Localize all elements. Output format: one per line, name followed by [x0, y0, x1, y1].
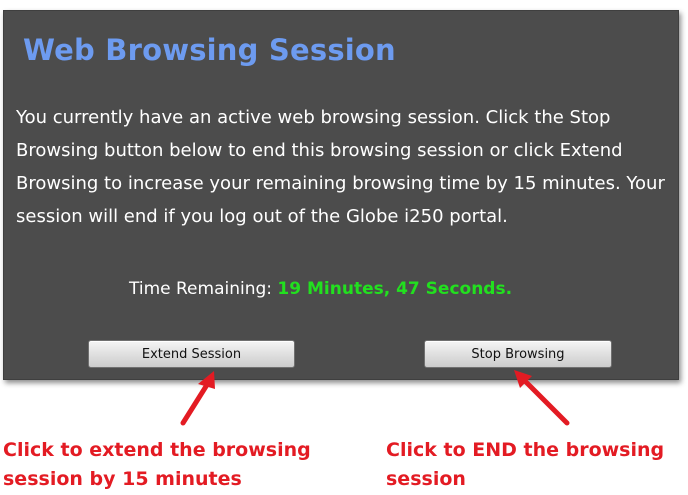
dialog-title: Web Browsing Session: [23, 33, 396, 67]
screenshot-stage: Web Browsing Session You currently have …: [0, 0, 688, 495]
stop-browsing-button[interactable]: Stop Browsing: [424, 340, 612, 368]
session-message: You currently have an active web browsin…: [16, 107, 665, 227]
web-browsing-session-dialog: Web Browsing Session You currently have …: [3, 10, 679, 380]
time-remaining-row: Time Remaining: 19 Minutes, 47 Seconds.: [129, 279, 512, 299]
extend-session-button[interactable]: Extend Session: [88, 340, 295, 368]
time-remaining-label: Time Remaining:: [129, 279, 278, 299]
time-remaining-value: 19 Minutes, 47 Seconds.: [277, 279, 513, 299]
stop-annotation-caption: Click to END the browsing session: [386, 439, 665, 490]
extend-annotation-caption: Click to extend the browsing session by …: [3, 439, 311, 490]
